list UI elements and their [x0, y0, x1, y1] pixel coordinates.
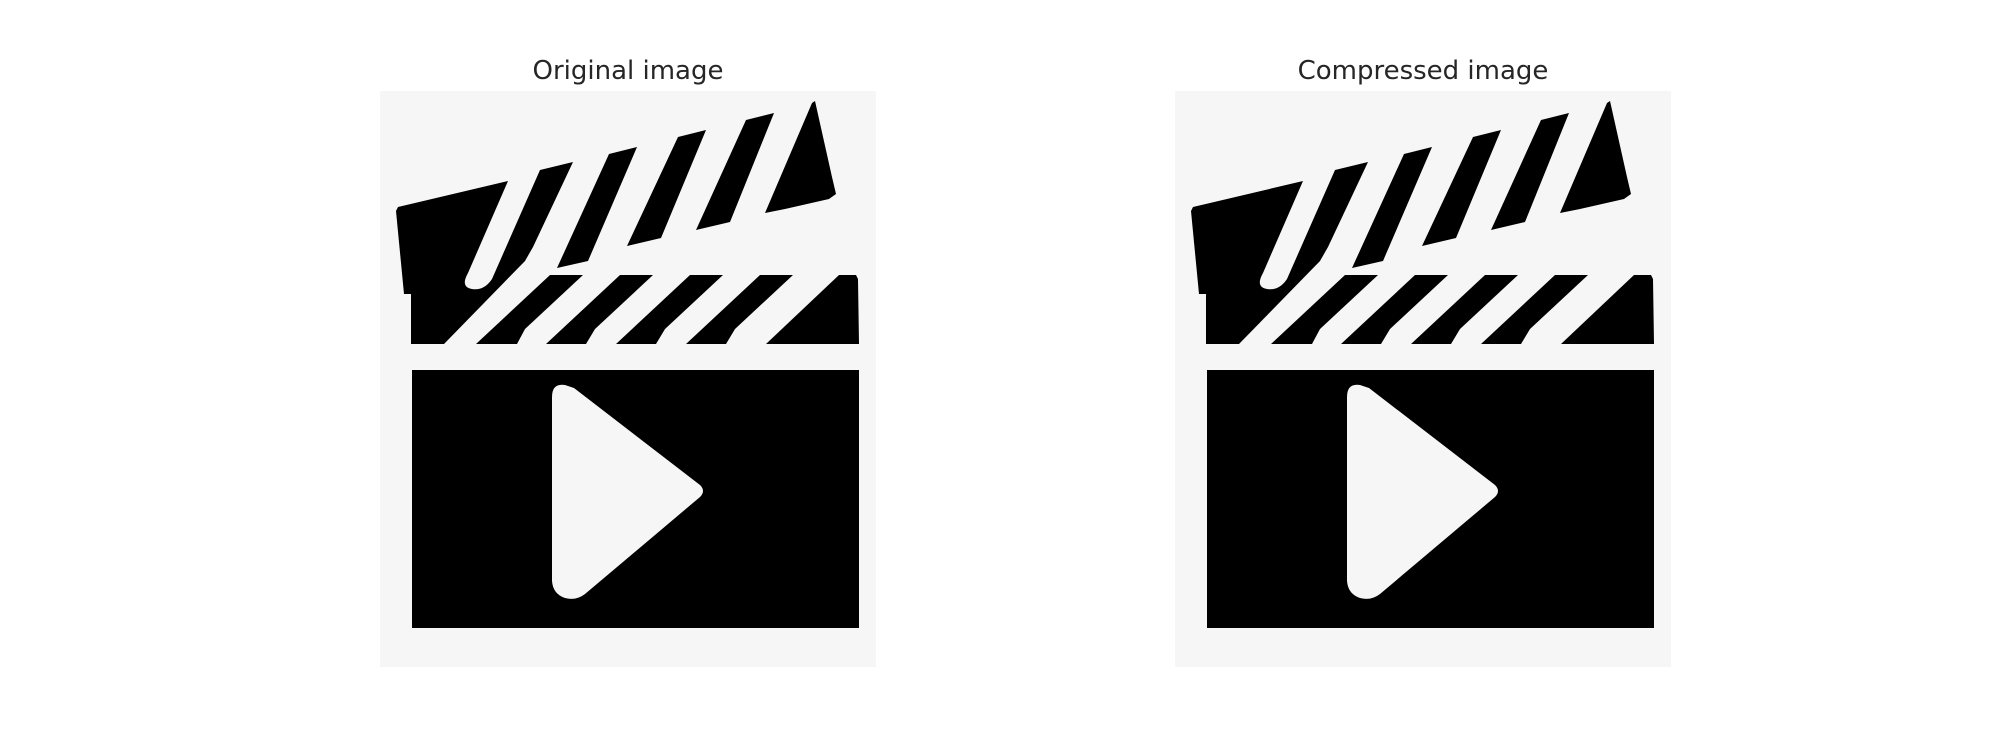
clapperboard-play-icon — [396, 101, 859, 628]
original-image — [380, 91, 876, 667]
original-panel: Original image — [380, 0, 876, 750]
compressed-panel: Compressed image — [1175, 0, 1671, 750]
figure: Original image Compressed image — [0, 0, 2000, 750]
clapperboard-play-icon — [1191, 101, 1654, 628]
compressed-image — [1175, 91, 1671, 667]
original-title: Original image — [532, 56, 724, 86]
compressed-title: Compressed image — [1297, 56, 1549, 86]
